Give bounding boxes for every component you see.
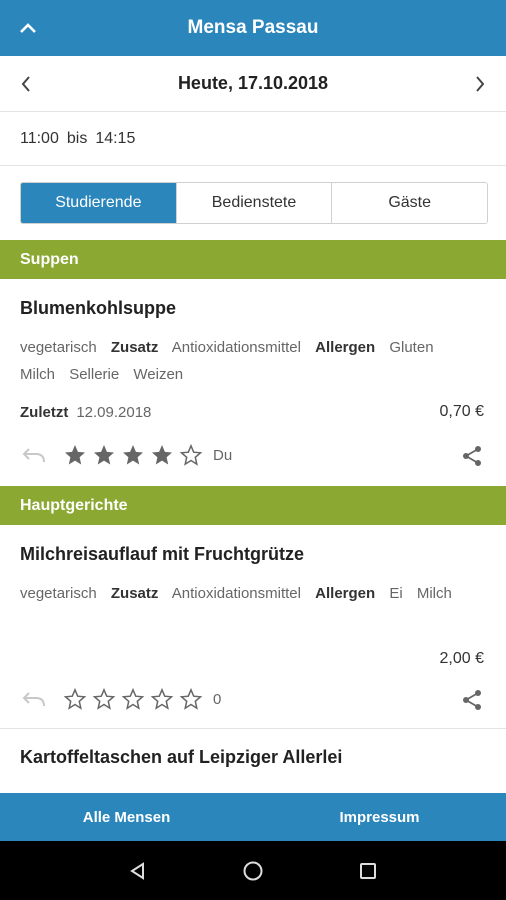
tag-label-allergen: Allergen — [315, 585, 376, 602]
tag-vegetarian: vegetarisch — [20, 585, 97, 602]
star-icon[interactable] — [89, 685, 118, 713]
star-icon[interactable] — [176, 685, 205, 713]
star-icon[interactable] — [118, 685, 147, 713]
section-header-hauptgerichte: Hauptgerichte — [0, 486, 506, 525]
segment-gaeste[interactable]: Gäste — [331, 183, 487, 223]
date-navigation: Heute, 17.10.2018 — [0, 56, 506, 112]
system-navigation-bar — [0, 841, 506, 900]
segment-studierende[interactable]: Studierende — [21, 183, 176, 223]
chevron-left-icon[interactable] — [12, 70, 40, 98]
undo-icon[interactable] — [20, 685, 48, 713]
hours-separator: bis — [66, 129, 88, 147]
home-circle-icon[interactable] — [238, 856, 268, 886]
tag-label-allergen: Allergen — [315, 339, 376, 356]
star-icon[interactable] — [60, 441, 89, 469]
tag-allergen: Gluten — [389, 339, 434, 356]
tag-zusatz: Antioxidationsmittel — [171, 339, 301, 356]
chevron-right-icon[interactable] — [466, 70, 494, 98]
recents-square-icon[interactable] — [353, 856, 383, 886]
hours-from: 11:00 — [20, 129, 59, 147]
app-bar: Mensa Passau — [0, 0, 506, 56]
share-icon[interactable] — [458, 442, 486, 470]
last-served-date: 12.09.2018 — [76, 404, 152, 421]
last-served: Zuletzt 12.09.2018 — [20, 404, 151, 421]
star-icon[interactable] — [147, 441, 176, 469]
meal-name: Milchreisauflauf mit Fruchtgrütze — [20, 544, 305, 564]
meal-tags: vegetarisch Zusatz Antioxidationsmittel … — [20, 580, 486, 607]
meal-tags: vegetarisch Zusatz Antioxidationsmittel … — [20, 334, 486, 388]
meal-name: Kartoffeltaschen auf Leipziger Allerlei — [20, 747, 343, 767]
tag-allergen: Sellerie — [69, 366, 120, 383]
star-icon[interactable] — [176, 441, 205, 469]
star-icon[interactable] — [60, 685, 89, 713]
tag-label-zusatz: Zusatz — [110, 585, 159, 602]
tag-vegetarian: vegetarisch — [20, 339, 97, 356]
back-triangle-icon[interactable] — [123, 856, 153, 886]
opening-hours: 11:00 bis 14:15 — [0, 112, 506, 166]
price-group-selector: Studierende Bedienstete Gäste — [20, 182, 488, 224]
undo-icon[interactable] — [20, 441, 48, 469]
divider — [0, 728, 506, 729]
current-date: Heute, 17.10.2018 — [177, 73, 329, 93]
star-icon[interactable] — [118, 441, 147, 469]
bottom-tab-bar: Alle Mensen Impressum — [0, 793, 506, 841]
rating-label: Du — [213, 446, 233, 464]
share-icon[interactable] — [458, 686, 486, 714]
rating-row: 0 — [20, 685, 221, 713]
last-served-label: Zuletzt — [20, 404, 69, 421]
tab-impressum[interactable]: Impressum — [253, 793, 506, 841]
section-header-suppen: Suppen — [0, 240, 506, 279]
star-icon[interactable] — [147, 685, 176, 713]
rating-row: Du — [20, 441, 232, 469]
tab-alle-mensen[interactable]: Alle Mensen — [0, 793, 253, 841]
app-title: Mensa Passau — [187, 17, 319, 38]
tag-allergen: Milch — [20, 366, 56, 383]
chevron-up-icon[interactable] — [14, 14, 42, 42]
meal-price: 0,70 € — [439, 403, 484, 420]
tag-allergen: Ei — [389, 585, 403, 602]
segment-bedienstete[interactable]: Bedienstete — [175, 183, 332, 223]
tag-label-zusatz: Zusatz — [110, 339, 159, 356]
rating-count: 0 — [213, 690, 222, 708]
tag-zusatz: Antioxidationsmittel — [171, 585, 301, 602]
tag-allergen: Milch — [416, 585, 452, 602]
hours-to: 14:15 — [95, 129, 136, 147]
tag-allergen: Weizen — [133, 366, 184, 383]
meal-price: 2,00 € — [439, 650, 484, 667]
meal-name: Blumenkohlsuppe — [20, 298, 177, 318]
star-icon[interactable] — [89, 441, 118, 469]
